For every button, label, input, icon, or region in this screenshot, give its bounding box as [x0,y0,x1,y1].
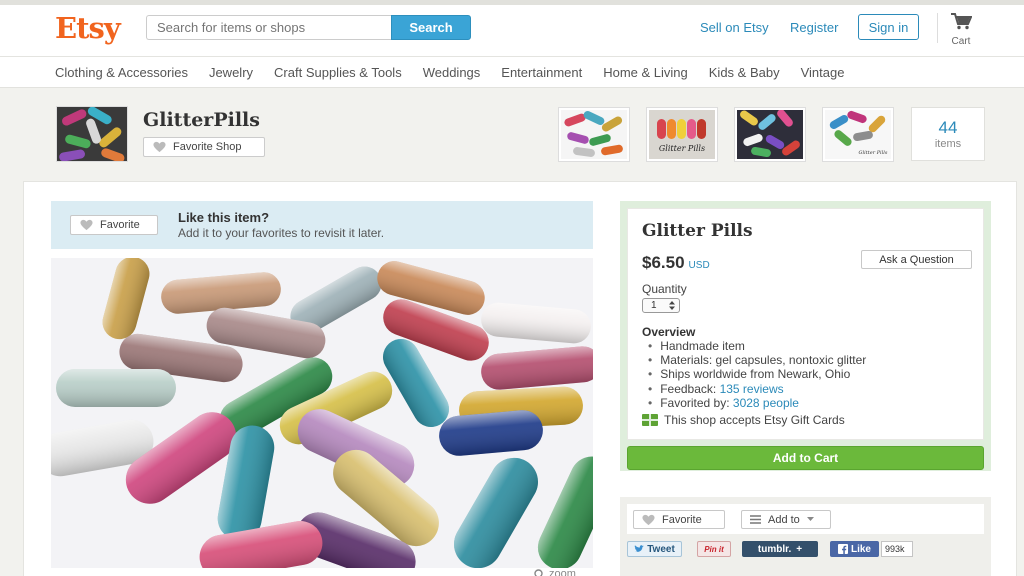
listing-title: Glitter Pills [642,221,753,241]
favorite-label: Favorite [100,219,140,231]
overview-item: Materials: gel capsules, nontoxic glitte… [648,353,866,367]
thumbnail-logo-text: Glitter Pills [659,144,705,153]
like-item-banner: Favorite Like this item? Add it to your … [51,201,593,249]
product-image[interactable] [51,258,593,568]
items-count: 44 [938,118,958,137]
shop-header: GlitterPills Favorite Shop Glitter Pills [0,89,1024,181]
shop-item-thumbnail[interactable] [558,107,630,162]
facebook-like-button[interactable]: Like [830,541,879,557]
price-value: $6.50 [642,253,685,272]
cart-link[interactable]: Cart [946,12,976,47]
register-link[interactable]: Register [790,20,838,35]
pin-it-label: Pin it [704,544,724,554]
sign-in-button[interactable]: Sign in [858,14,919,40]
tumblr-label: tumblr. [757,543,792,555]
magnifier-icon [534,568,543,576]
favorite-button[interactable]: Favorite [633,510,725,529]
site-header: Etsy Search Sell on Etsy Register Sign i… [0,0,1024,57]
thumbnail-small-text: Glitter Pills [859,150,888,156]
overview-list: Handmade item Materials: gel capsules, n… [648,339,866,410]
shop-item-thumbnail[interactable]: Glitter Pills [822,107,894,162]
cart-icon [951,13,973,30]
favorite-shop-button[interactable]: Favorite Shop [143,137,265,157]
heart-icon [153,141,166,153]
heart-icon [80,219,93,231]
category-link[interactable]: Home & Living [603,65,688,80]
gift-card-icon [642,414,658,426]
search-input[interactable] [146,15,391,40]
overview-text: Handmade item [660,339,745,353]
like-subtitle: Add it to your favorites to revisit it l… [178,226,385,240]
tumblr-share-button[interactable]: tumblr. + [742,541,818,557]
reviews-link[interactable]: 135 reviews [720,382,784,396]
etsy-logo[interactable]: Etsy [55,11,121,45]
listing-panel: Favorite Like this item? Add it to your … [23,181,1017,576]
add-to-list-button[interactable]: Add to [741,510,831,529]
facebook-icon [837,544,848,554]
zoom-label: zoom [549,568,576,576]
gift-cards-note: This shop accepts Etsy Gift Cards [642,413,845,427]
like-label: Like [850,543,871,555]
shop-name[interactable]: GlitterPills [143,109,260,131]
list-icon [750,515,761,524]
category-link[interactable]: Craft Supplies & Tools [274,65,402,80]
favorite-item-button[interactable]: Favorite [70,215,158,235]
items-count-box[interactable]: 44 items [911,107,985,161]
overview-text: Materials: gel capsules, nontoxic glitte… [660,353,867,368]
tweet-label: Tweet [647,543,675,555]
overview-item: Favorited by: 3028 people [648,396,866,410]
sell-on-etsy-link[interactable]: Sell on Etsy [700,20,769,35]
category-link[interactable]: Clothing & Accessories [55,65,188,80]
pin-it-button[interactable]: Pin it [697,541,731,557]
purchase-panel: Glitter Pills $6.50 USD Ask a Question Qu… [620,201,991,471]
favorite-shop-label: Favorite Shop [173,141,242,153]
header-divider [937,13,938,43]
gift-cards-text: This shop accepts Etsy Gift Cards [664,413,845,427]
quantity-select[interactable]: 1 [642,298,680,313]
overview-text: Ships worldwide from Newark, Ohio [660,367,851,382]
facebook-like-count: 993k [881,541,913,557]
category-link[interactable]: Kids & Baby [709,65,780,80]
updown-arrows-icon [669,301,675,310]
shop-avatar[interactable] [56,106,128,162]
chevron-down-icon [806,517,814,521]
overview-item: Feedback: 135 reviews [648,382,866,396]
twitter-bird-icon [634,545,645,552]
zoom-link[interactable]: zoom [534,568,576,576]
add-to-cart-button[interactable]: Add to Cart [627,446,984,470]
items-label: items [934,138,962,150]
plus-icon: + [796,543,803,555]
quantity-label: Quantity [642,282,687,296]
ask-a-question-button[interactable]: Ask a Question [861,250,972,269]
favorited-by-link[interactable]: 3028 people [733,396,799,410]
price-currency: USD [688,260,710,271]
search-button[interactable]: Search [391,15,471,40]
favorite-label: Favorite [662,513,702,526]
listing-price: $6.50 USD [642,253,710,273]
quantity-value: 1 [651,300,657,311]
share-actions: Favorite Add to [627,504,984,534]
overview-title: Overview [642,325,696,339]
overview-text: Favorited by: [660,395,733,410]
category-nav: Clothing & Accessories Jewelry Craft Sup… [0,57,1024,88]
overview-item: Ships worldwide from Newark, Ohio [648,367,866,381]
category-link[interactable]: Jewelry [209,65,253,80]
listing-info-card: Glitter Pills $6.50 USD Ask a Question Qu… [627,208,984,440]
overview-text: Feedback: [660,381,720,396]
add-to-label: Add to [768,513,800,526]
shop-item-thumbnail[interactable] [734,107,806,162]
category-link[interactable]: Entertainment [501,65,582,80]
tweet-button[interactable]: Tweet [627,541,682,557]
overview-item: Handmade item [648,339,866,353]
cart-label: Cart [951,36,971,47]
heart-icon [642,514,655,525]
shop-item-thumbnail[interactable]: Glitter Pills [646,107,718,162]
like-title: Like this item? [178,210,270,225]
category-link[interactable]: Weddings [423,65,481,80]
category-link[interactable]: Vintage [801,65,845,80]
share-panel: Favorite Add to Tweet Pin it tumblr. + L… [620,497,991,576]
